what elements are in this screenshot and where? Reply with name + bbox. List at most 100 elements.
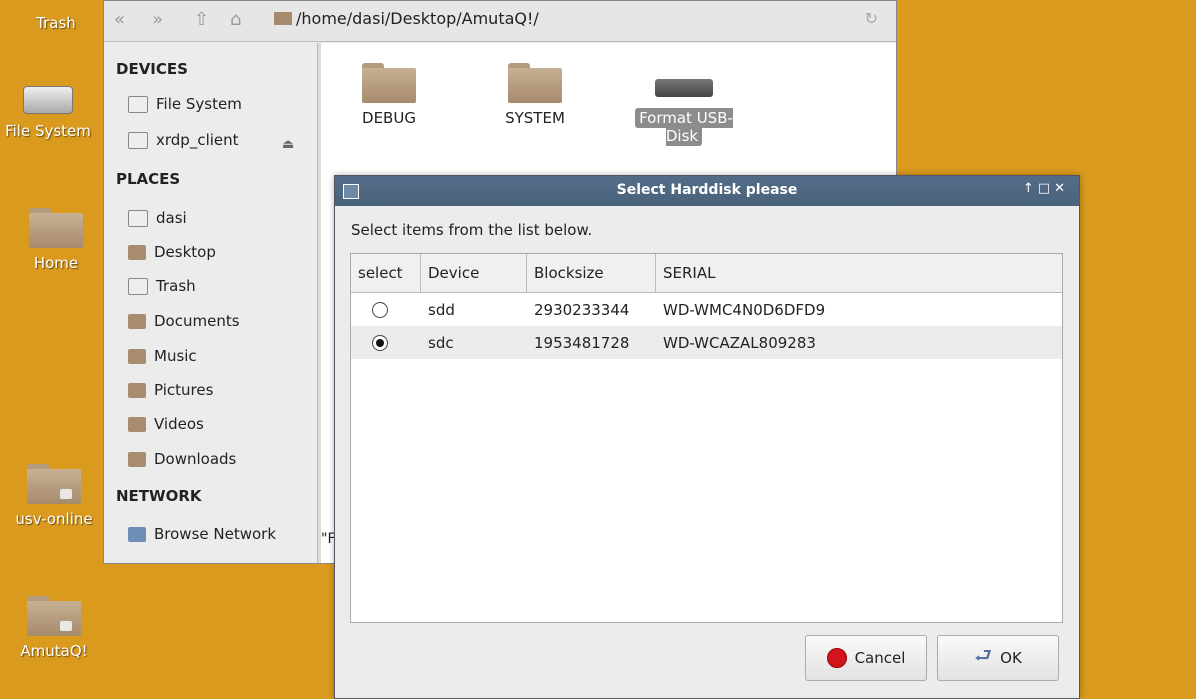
enter-arrow-icon: ⮐ (974, 643, 993, 667)
location-path[interactable]: /home/dasi/Desktop/AmutaQ!/ (274, 9, 539, 28)
desktop-icon-label: Home (33, 254, 79, 272)
network-icon (128, 526, 146, 542)
desktop-icon-label: File System (5, 122, 91, 140)
blocksize-cell: 1953481728 (534, 333, 630, 352)
dialog-prompt: Select items from the list below. (351, 221, 593, 239)
sidebar-item-desktop[interactable]: Desktop (128, 243, 216, 261)
locked-folder-icon (27, 464, 81, 504)
folder-icon (128, 313, 146, 329)
folder-icon (274, 12, 292, 25)
sidebar-item-label: Downloads (154, 450, 237, 468)
file-item-system[interactable]: SYSTEM (480, 43, 590, 127)
drive-icon (23, 86, 73, 114)
desktop-icon-usv-online[interactable]: usv-online (6, 464, 102, 528)
file-label: Format USB-Disk (635, 108, 733, 146)
column-header-select[interactable]: select (351, 254, 421, 292)
serial-cell: WD-WMC4N0D6DFD9 (663, 300, 826, 319)
blocksize-cell: 2930233344 (534, 300, 630, 319)
sidebar-item-pictures[interactable]: Pictures (128, 381, 213, 399)
sidebar-item-label: Documents (154, 312, 240, 330)
reload-icon[interactable]: ↻ (865, 9, 878, 28)
select-radio[interactable] (372, 301, 388, 318)
dialog-titlebar[interactable]: Select Harddisk please ↑□✕ (335, 176, 1079, 206)
sidebar-item-videos[interactable]: Videos (128, 415, 204, 433)
folder-icon (128, 416, 146, 432)
sidebar-item-music[interactable]: Music (128, 347, 197, 365)
locked-folder-icon (27, 596, 81, 636)
sidebar-item-label: Trash (156, 277, 196, 295)
table-header: select Device Blocksize SERIAL (351, 254, 1062, 293)
sidebar-item-label: Pictures (154, 381, 214, 399)
file-label: SYSTEM (505, 109, 565, 127)
sidebar-item-xrdp-client[interactable]: xrdp_client (128, 131, 239, 149)
drive-icon (655, 79, 713, 97)
toolbar: « » ⇧ ⌂ /home/dasi/Desktop/AmutaQ!/ ↻ (104, 1, 896, 42)
home-icon[interactable]: ⌂ (230, 9, 241, 30)
sidebar-item-label: Videos (154, 415, 204, 433)
select-radio-checked[interactable] (372, 334, 388, 351)
table-row[interactable]: sdd 2930233344 WD-WMC4N0D6DFD9 (351, 293, 1062, 326)
sidebar-item-label: dasi (156, 209, 187, 227)
column-header-serial[interactable]: SERIAL (656, 254, 1062, 292)
serial-cell: WD-WCAZAL809283 (663, 333, 816, 352)
cancel-button[interactable]: Cancel (805, 635, 927, 681)
forward-icon[interactable]: » (152, 9, 163, 30)
file-item-format-usb-disk[interactable]: Format USB-Disk (624, 43, 744, 146)
close-icon[interactable]: ✕ (1054, 181, 1069, 196)
sidebar-item-downloads[interactable]: Downloads (128, 450, 236, 468)
home-folder-icon (29, 208, 83, 248)
desktop-icon-trash[interactable]: Trash (8, 14, 104, 32)
folder-icon (128, 382, 146, 398)
sidebar-item-label: Music (154, 347, 197, 365)
home-icon (128, 209, 148, 227)
drive-icon (128, 131, 148, 149)
places-header: PLACES (116, 170, 181, 188)
path-text: /home/dasi/Desktop/AmutaQ!/ (296, 9, 539, 28)
select-harddisk-dialog: Select Harddisk please ↑□✕ Select items … (334, 175, 1080, 699)
sidebar-item-file-system[interactable]: File System (128, 95, 242, 113)
eject-icon[interactable]: ⏏ (282, 137, 294, 152)
desktop-icon-label: usv-online (15, 510, 93, 528)
sidebar-item-label: Browse Network (154, 525, 277, 543)
desktop-icon-file-system[interactable]: File System (0, 78, 96, 140)
table-row[interactable]: sdc 1953481728 WD-WCAZAL809283 (351, 326, 1062, 359)
up-icon[interactable]: ⇧ (194, 9, 209, 30)
cancel-label: Cancel (854, 649, 906, 667)
column-header-blocksize[interactable]: Blocksize (527, 254, 656, 292)
desktop-icon-label: Trash (36, 14, 76, 32)
file-item-debug[interactable]: DEBUG (334, 43, 444, 127)
device-cell: sdc (428, 333, 454, 352)
back-icon[interactable]: « (114, 9, 125, 30)
desktop-icon-amutaq[interactable]: AmutaQ! (6, 596, 102, 660)
drive-icon (128, 95, 148, 113)
maximize-icon[interactable]: □ (1038, 181, 1054, 196)
network-header: NETWORK (116, 487, 202, 505)
sidebar-item-documents[interactable]: Documents (128, 312, 240, 330)
folder-icon (128, 348, 146, 364)
desktop-icon-home[interactable]: Home (8, 208, 104, 272)
folder-icon (128, 244, 146, 260)
folder-icon (508, 63, 562, 103)
sidebar-item-trash[interactable]: Trash (128, 277, 196, 295)
window-controls: ↑□✕ (1023, 181, 1069, 196)
ok-button[interactable]: ⮐ OK (937, 635, 1059, 681)
keep-above-icon[interactable]: ↑ (1023, 181, 1038, 196)
dialog-title: Select Harddisk please (616, 182, 798, 198)
devices-header: DEVICES (116, 60, 188, 78)
column-header-device[interactable]: Device (421, 254, 527, 292)
trash-icon (128, 277, 148, 295)
folder-icon (128, 451, 146, 467)
file-label: DEBUG (362, 109, 416, 127)
sidebar-item-browse-network[interactable]: Browse Network (128, 525, 276, 543)
harddisk-table: select Device Blocksize SERIAL sdd 29302… (350, 253, 1063, 623)
device-cell: sdd (428, 300, 455, 319)
ok-label: OK (1000, 649, 1022, 667)
sidebar-item-label: xrdp_client (156, 131, 239, 149)
sidebar-item-dasi[interactable]: dasi (128, 209, 187, 227)
sidebar: DEVICES File System xrdp_client ⏏ PLACES… (104, 43, 314, 563)
folder-icon (362, 63, 416, 103)
sidebar-item-label: Desktop (154, 243, 216, 261)
sidebar-item-label: File System (156, 95, 242, 113)
stop-icon (826, 648, 847, 668)
desktop-icon-label: AmutaQ! (20, 642, 88, 660)
